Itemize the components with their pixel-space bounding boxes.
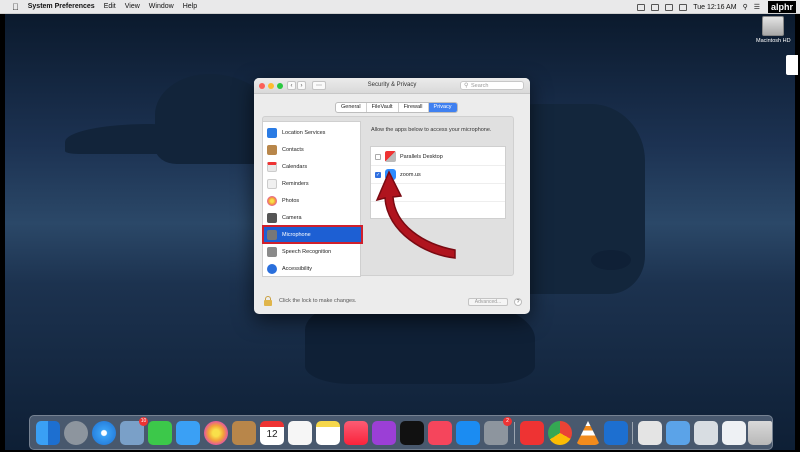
teamviewer-icon[interactable] (604, 421, 628, 445)
downloads-stack-icon[interactable] (722, 421, 746, 445)
service-reminders[interactable]: Reminders (263, 175, 362, 192)
allow-description: Allow the apps below to access your micr… (371, 127, 492, 133)
parallels-icon (385, 151, 396, 162)
menu-clock[interactable]: Tue 12:16 AM (693, 4, 736, 11)
photos-flower-icon (267, 195, 277, 206)
system-preferences-gear-icon[interactable]: 2 (484, 417, 512, 445)
service-calendars[interactable]: Calendars (263, 158, 362, 175)
red-pointer-arrow (375, 170, 456, 259)
app-row-parallels: Parallels Desktop (371, 148, 505, 165)
screen:  System Preferences Edit View Window He… (0, 0, 800, 452)
folder-icon[interactable] (666, 421, 690, 445)
dock: 10 12 2 (29, 415, 773, 450)
lock-text: Click the lock to make changes. (279, 298, 357, 304)
trash-icon[interactable] (748, 421, 772, 445)
apple-menu-icon[interactable]:  (12, 2, 19, 12)
screenshot-stack-icon[interactable] (694, 421, 718, 445)
safari-compass-icon[interactable] (92, 421, 116, 445)
service-microphone[interactable]: Microphone (262, 225, 363, 244)
help-button[interactable]: ? (514, 298, 522, 306)
app-store-icon[interactable] (456, 421, 480, 445)
photos-icon[interactable] (204, 421, 228, 445)
spotlight-icon[interactable]: ⚲ (743, 3, 748, 11)
service-accessibility[interactable]: Accessibility (263, 260, 362, 277)
advanced-button[interactable]: Advanced... (468, 298, 508, 306)
privacy-services-list: Location Services Contacts Calendars Rem… (262, 121, 363, 277)
menu-edit[interactable]: Edit (104, 3, 116, 10)
facetime-icon[interactable] (148, 421, 172, 445)
finder-icon[interactable] (36, 421, 60, 445)
hard-drive-icon (762, 16, 784, 36)
tab-bar: General FileVault Firewall Privacy (335, 102, 458, 113)
menu-view[interactable]: View (125, 3, 140, 10)
messages-icon[interactable] (176, 421, 200, 445)
service-speech-recognition[interactable]: Speech Recognition (263, 243, 362, 260)
news-icon[interactable] (428, 421, 452, 445)
menu-bar:  System Preferences Edit View Window He… (0, 0, 800, 14)
tab-firewall[interactable]: Firewall (399, 103, 429, 112)
tab-general[interactable]: General (336, 103, 367, 112)
search-input[interactable]: ⚲ Search (460, 81, 524, 90)
notes-icon[interactable] (316, 421, 340, 445)
speech-waveform-icon (267, 246, 277, 257)
lock-icon[interactable] (264, 296, 272, 306)
service-label: Accessibility (282, 265, 312, 272)
service-photos[interactable]: Photos (263, 192, 362, 209)
search-icon: ⚲ (464, 83, 469, 89)
service-label: Speech Recognition (282, 248, 332, 255)
calendar-icon (267, 161, 277, 172)
drive-label: Macintosh HD (756, 38, 791, 44)
teamviewer-side-panel[interactable] (786, 55, 798, 75)
tab-privacy[interactable]: Privacy (428, 103, 457, 112)
teamviewer-status-icon[interactable] (637, 3, 646, 11)
chrome-icon[interactable] (548, 421, 572, 445)
wifi-icon[interactable] (665, 3, 674, 11)
contacts-book-icon (267, 144, 277, 155)
document-file-icon[interactable] (638, 421, 662, 445)
control-list-icon[interactable]: ☰ (754, 3, 760, 11)
menu-app-name[interactable]: System Preferences (28, 3, 95, 10)
brand-logo: alphr (767, 1, 796, 13)
launchpad-rocket-icon[interactable] (64, 421, 88, 445)
service-label: Location Services (282, 129, 326, 136)
macintosh-hd-desktop-icon[interactable]: Macintosh HD (756, 16, 791, 44)
podcasts-icon[interactable] (372, 421, 396, 445)
reminders-icon[interactable] (288, 421, 312, 445)
system-prefs-badge: 2 (503, 417, 512, 426)
accessibility-person-icon (267, 263, 277, 274)
tab-filevault[interactable]: FileVault (367, 103, 399, 112)
mail-icon[interactable]: 10 (120, 417, 148, 445)
mail-badge: 10 (139, 417, 148, 426)
service-label: Reminders (282, 180, 309, 187)
location-arrow-icon (267, 127, 277, 138)
service-label: Contacts (282, 146, 304, 153)
menu-window[interactable]: Window (149, 3, 174, 10)
calendar-icon[interactable]: 12 (260, 421, 284, 445)
app-label: Parallels Desktop (400, 153, 443, 160)
reminders-list-icon (267, 178, 277, 189)
apple-tv-icon[interactable] (400, 421, 424, 445)
microphone-icon (267, 229, 277, 240)
service-label: Calendars (282, 163, 308, 170)
search-placeholder: Search (471, 83, 489, 89)
parallels-checkbox[interactable] (375, 153, 381, 160)
service-label: Microphone (282, 231, 311, 238)
service-label: Photos (282, 197, 300, 204)
menu-help[interactable]: Help (183, 3, 197, 10)
service-label: Camera (282, 214, 302, 221)
battery-icon[interactable] (679, 3, 688, 11)
vlc-cone-icon[interactable] (576, 421, 600, 445)
title-bar: ‹ › ⋯ Security & Privacy ⚲ Search (254, 78, 530, 94)
camera-icon (267, 212, 277, 223)
service-location-services[interactable]: Location Services (263, 124, 362, 141)
service-camera[interactable]: Camera (263, 209, 362, 226)
service-contacts[interactable]: Contacts (263, 141, 362, 158)
parallels-icon[interactable] (520, 421, 544, 445)
airplay-icon[interactable] (651, 3, 660, 11)
music-icon[interactable] (344, 421, 368, 445)
contacts-icon[interactable] (232, 421, 256, 445)
lock-row: Click the lock to make changes. (264, 296, 356, 306)
